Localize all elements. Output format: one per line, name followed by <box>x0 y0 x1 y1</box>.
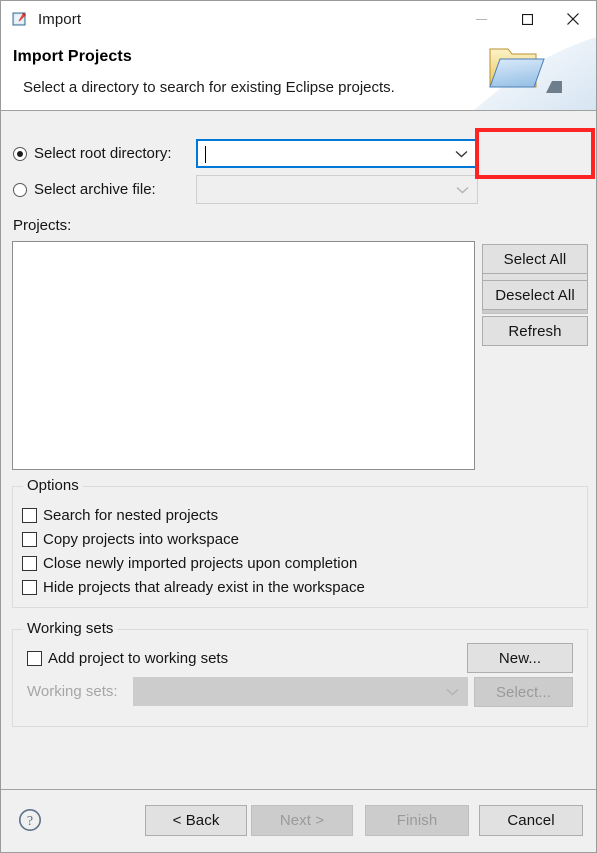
working-sets-group-title: Working sets <box>23 620 118 637</box>
back-button[interactable]: < Back <box>145 805 247 836</box>
checkbox-indicator[interactable] <box>27 651 42 666</box>
checkbox-indicator[interactable] <box>22 580 37 595</box>
option-label: Hide projects that already exist in the … <box>43 579 365 596</box>
checkbox-indicator[interactable] <box>22 508 37 523</box>
option-label: Close newly imported projects upon compl… <box>43 555 358 572</box>
select-root-directory-label: Select root directory: <box>34 145 172 162</box>
radio-indicator[interactable] <box>13 182 27 197</box>
root-directory-combo[interactable] <box>196 139 478 168</box>
next-button: Next > <box>251 805 353 836</box>
page-subtitle: Select a directory to search for existin… <box>23 79 395 96</box>
archive-file-combo <box>196 175 478 204</box>
maximize-button[interactable] <box>504 1 550 37</box>
working-sets-combo-label: Working sets: <box>27 683 118 700</box>
close-button[interactable] <box>550 1 596 37</box>
radio-indicator[interactable] <box>13 146 27 161</box>
maximize-icon <box>521 13 533 25</box>
new-working-set-button[interactable]: New... <box>467 643 573 673</box>
help-icon[interactable]: ? <box>18 808 42 832</box>
window-title: Import <box>38 10 82 28</box>
svg-text:?: ? <box>27 814 33 829</box>
wizard-body: Select root directory: Browse... Select … <box>1 111 596 789</box>
checkbox-indicator[interactable] <box>22 532 37 547</box>
wizard-header: Import Projects Select a directory to se… <box>1 37 596 111</box>
select-archive-file-label: Select archive file: <box>34 181 156 198</box>
finish-button: Finish <box>365 805 469 836</box>
projects-label: Projects: <box>13 217 72 234</box>
add-project-to-working-sets-checkbox[interactable]: Add project to working sets <box>27 650 228 667</box>
title-bar: Import <box>1 1 596 37</box>
option-copy-into-workspace[interactable]: Copy projects into workspace <box>22 531 239 548</box>
deselect-all-button[interactable]: Deselect All <box>482 280 588 310</box>
option-label: Copy projects into workspace <box>43 531 239 548</box>
folder-import-banner-icon <box>474 37 596 110</box>
page-title: Import Projects <box>13 48 132 65</box>
minimize-icon <box>475 18 487 20</box>
option-search-nested[interactable]: Search for nested projects <box>22 507 218 524</box>
import-wizard-icon <box>12 11 28 27</box>
working-sets-combo <box>133 677 468 706</box>
option-close-after-import[interactable]: Close newly imported projects upon compl… <box>22 555 357 572</box>
checkbox-indicator[interactable] <box>22 556 37 571</box>
option-label: Search for nested projects <box>43 507 219 524</box>
window-controls <box>458 1 596 37</box>
select-working-sets-button: Select... <box>474 677 573 707</box>
option-hide-existing[interactable]: Hide projects that already exist in the … <box>22 579 365 596</box>
options-group-title: Options <box>23 477 83 494</box>
close-icon <box>567 13 579 25</box>
text-cursor <box>205 146 206 163</box>
select-root-directory-radio[interactable]: Select root directory: <box>13 145 172 162</box>
import-projects-dialog: Import Import Projects Select a director… <box>0 0 597 853</box>
minimize-button[interactable] <box>458 1 504 37</box>
chevron-down-icon[interactable] <box>455 150 468 158</box>
select-archive-file-radio[interactable]: Select archive file: <box>13 181 156 198</box>
projects-list[interactable] <box>12 241 475 470</box>
refresh-button[interactable]: Refresh <box>482 316 588 346</box>
select-all-button[interactable]: Select All <box>482 244 588 274</box>
chevron-down-icon <box>446 688 459 695</box>
add-project-label: Add project to working sets <box>48 650 229 667</box>
cancel-button[interactable]: Cancel <box>479 805 583 836</box>
chevron-down-icon <box>456 186 469 193</box>
